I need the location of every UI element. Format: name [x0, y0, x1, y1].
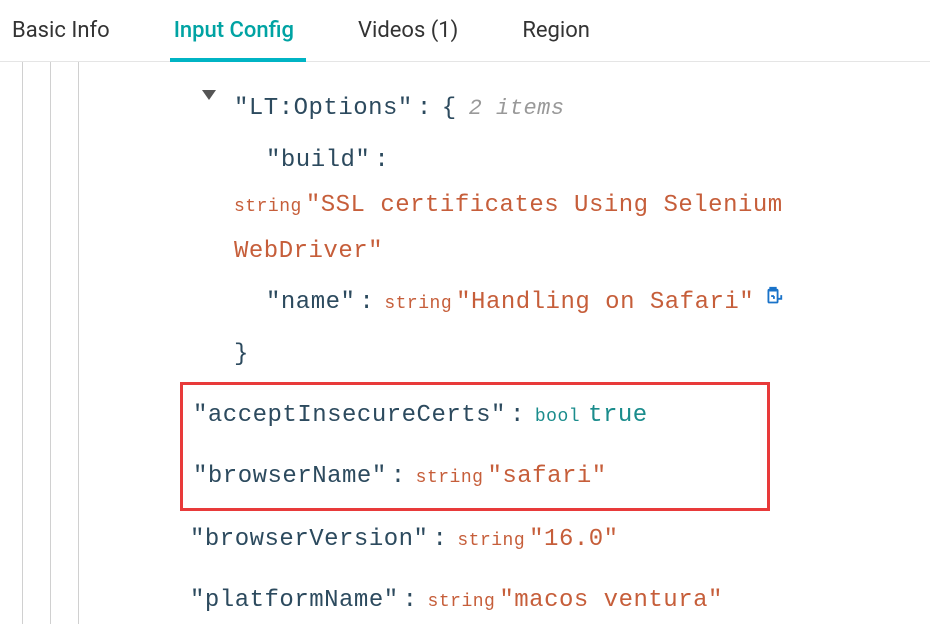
item-count: 2 items: [469, 88, 565, 130]
tab-bar: Basic Info Input Config Videos (1) Regio…: [0, 0, 930, 62]
colon: :: [432, 517, 447, 563]
json-value-build: string "SSL certificates Using Selenium: [190, 183, 930, 229]
tab-basic-info[interactable]: Basic Info: [8, 0, 142, 61]
colon: :: [510, 393, 525, 439]
json-string-value: "SSL certificates Using Selenium: [306, 183, 783, 229]
indent-guides: [0, 62, 106, 624]
type-tag-string: string: [457, 524, 525, 558]
json-key: "acceptInsecureCerts": [193, 393, 506, 439]
json-string-value: "safari": [487, 454, 606, 500]
clipboard-icon[interactable]: [762, 286, 784, 308]
brace-open: {: [442, 86, 457, 132]
brace-close: }: [234, 332, 249, 378]
json-row-platform-name: "platformName" : string "macos ventura": [190, 578, 930, 624]
json-row-browser-version: "browserVersion" : string "16.0": [190, 517, 930, 563]
json-row-accept-insecure: "acceptInsecureCerts" : bool true: [183, 393, 767, 439]
json-row-lt-options: "LT:Options" : { 2 items: [190, 86, 930, 132]
json-row-name: "name" : string "Handling on Safari": [190, 280, 930, 326]
json-key: "build": [266, 138, 370, 184]
json-string-value: "macos ventura": [499, 578, 723, 624]
json-key: "LT:Options": [234, 86, 413, 132]
json-viewer: "LT:Options" : { 2 items "build" : strin…: [0, 62, 930, 624]
json-key: "browserName": [193, 454, 387, 500]
type-tag-string: string: [428, 585, 496, 619]
json-key: "browserVersion": [190, 517, 428, 563]
colon: :: [374, 138, 389, 184]
json-value-build-cont: WebDriver": [190, 229, 930, 275]
json-string-value: WebDriver": [234, 229, 383, 275]
colon: :: [417, 86, 432, 132]
json-key: "name": [266, 280, 355, 326]
highlight-box: "acceptInsecureCerts" : bool true "brows…: [180, 382, 770, 511]
type-tag-string: string: [416, 461, 484, 495]
json-row-browser-name: "browserName" : string "safari": [183, 454, 767, 500]
type-tag-string: string: [384, 287, 452, 321]
json-row-build: "build" :: [190, 138, 930, 184]
tab-region[interactable]: Region: [518, 0, 622, 61]
tab-videos[interactable]: Videos (1): [354, 0, 490, 61]
colon: :: [359, 280, 374, 326]
json-bool-value: true: [588, 393, 648, 439]
json-string-value: "Handling on Safari": [456, 280, 754, 326]
chevron-down-icon[interactable]: [202, 90, 216, 100]
colon: :: [403, 578, 418, 624]
colon: :: [391, 454, 406, 500]
tab-input-config[interactable]: Input Config: [170, 0, 326, 61]
type-tag-bool: bool: [535, 400, 580, 434]
json-key: "platformName": [190, 578, 399, 624]
json-string-value: "16.0": [529, 517, 618, 563]
type-tag-string: string: [234, 190, 302, 224]
brace-close-row: }: [190, 332, 930, 378]
